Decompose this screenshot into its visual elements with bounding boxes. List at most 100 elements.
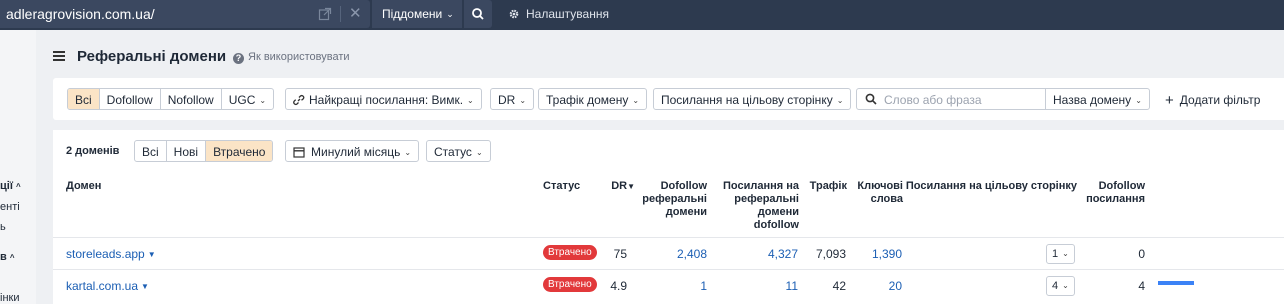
url-input[interactable]: adleragrovision.com.ua/ ✕ xyxy=(0,0,370,28)
chevron-down-icon: ⌄ xyxy=(1062,249,1069,258)
dofollow-ref-value[interactable]: 2,408 xyxy=(633,247,707,261)
best-links-filter[interactable]: Найкращі посилання: Вимк. ⌄ xyxy=(285,88,482,110)
col-keywords[interactable]: Ключові слова xyxy=(853,180,903,206)
status-badge: Втрачено xyxy=(543,277,597,292)
settings-button[interactable]: Налаштування xyxy=(508,7,609,21)
dofollow-links-value: 4 xyxy=(1138,279,1145,293)
col-links-ref-line-1: Посилання на xyxy=(723,180,799,192)
close-icon[interactable]: ✕ xyxy=(349,6,362,22)
search-icon xyxy=(472,8,484,20)
dofollow-ref-value[interactable]: 1 xyxy=(633,279,707,293)
domain-link-text: storeleads.app xyxy=(66,247,145,261)
keywords-value[interactable]: 20 xyxy=(853,279,902,293)
search-scope-dropdown[interactable]: Назва домену ⌄ xyxy=(1045,88,1150,110)
external-link-icon[interactable] xyxy=(318,7,332,21)
status-dropdown-label: Статус xyxy=(434,145,472,159)
sidebar-item-1[interactable]: енті xyxy=(0,201,20,213)
col-dofollow-ref-line-1: Dofollow xyxy=(660,180,707,192)
domain-link[interactable]: kartal.com.ua ▼ xyxy=(66,279,149,293)
link-type-segment: Всі Dofollow Nofollow UGC ⌄ xyxy=(67,88,275,110)
links-ref-value[interactable]: 4,327 xyxy=(723,247,798,261)
calendar-icon xyxy=(293,147,305,158)
keywords-value[interactable]: 1,390 xyxy=(853,247,902,261)
col-links-ref-domains[interactable]: Посилання на реферальні домени dofollow xyxy=(713,180,799,232)
chevron-down-icon: ⌄ xyxy=(404,148,412,157)
best-links-label: Найкращі посилання: Вимк. xyxy=(309,93,464,107)
col-links-ref-line-4: dofollow xyxy=(753,219,799,231)
status-badge: Втрачено xyxy=(543,245,597,260)
traffic-value: 42 xyxy=(832,279,846,293)
page-title: Реферальні домени xyxy=(77,48,227,65)
state-new[interactable]: Нові xyxy=(167,141,207,161)
status-dropdown[interactable]: Статус ⌄ xyxy=(426,140,491,162)
chevron-down-icon: ⌄ xyxy=(475,148,483,157)
table-row: storeleads.app ▼ Втрачено 75 2,408 4,327 … xyxy=(53,237,1284,269)
target-links-select[interactable]: 1 ⌄ xyxy=(1046,244,1075,264)
url-text: adleragrovision.com.ua/ xyxy=(6,6,155,22)
col-keywords-line-2: слова xyxy=(870,193,903,205)
dr-filter[interactable]: DR ⌄ xyxy=(490,88,535,110)
dr-value: 4.9 xyxy=(610,279,627,293)
help-label: Як використовувати xyxy=(248,51,350,63)
help-icon: ? xyxy=(233,53,244,64)
sidebar-item-2[interactable]: ь xyxy=(0,221,6,233)
links-ref-value[interactable]: 11 xyxy=(723,279,798,293)
state-lost[interactable]: Втрачено xyxy=(206,141,273,161)
link-type-ugc[interactable]: UGC ⌄ xyxy=(222,89,273,109)
keyword-search-input[interactable]: Слово або фраза xyxy=(856,88,1046,110)
menu-icon[interactable] xyxy=(53,51,65,61)
state-segment: Всі Нові Втрачено xyxy=(134,140,274,162)
target-links-value: 1 xyxy=(1052,248,1059,260)
period-label: Минулий місяць xyxy=(311,145,401,159)
col-links-ref-line-3: домени xyxy=(757,206,799,218)
search-placeholder: Слово або фраза xyxy=(884,93,982,107)
col-status[interactable]: Статус xyxy=(543,180,580,193)
sidebar-section-1[interactable]: ції ^ xyxy=(0,180,21,192)
table-row: kartal.com.ua ▼ Втрачено 4.9 1 11 42 20 4… xyxy=(53,269,1284,301)
sidebar-section-2-label: в xyxy=(0,251,7,263)
help-link[interactable]: ? Як використовувати xyxy=(233,51,350,64)
mode-dropdown[interactable]: Піддомени ⌄ xyxy=(372,0,462,28)
link-icon xyxy=(293,94,305,106)
results-count: 2 доменів xyxy=(66,145,120,157)
sidebar-section-2[interactable]: в ^ xyxy=(0,251,15,263)
traffic-filter[interactable]: Трафік домену ⌄ xyxy=(538,88,648,110)
caret-down-icon[interactable]: ▼ xyxy=(148,250,156,259)
col-dofollow-links-line-2: посилання xyxy=(1086,193,1145,205)
col-target-links[interactable]: Посилання на цільову сторінку xyxy=(903,180,1077,193)
results-panel: 2 доменів Всі Нові Втрачено Минулий міся… xyxy=(53,130,1284,304)
col-dofollow-ref-domains[interactable]: Dofollow реферальні домени xyxy=(623,180,707,219)
dofollow-links-value: 0 xyxy=(1138,247,1145,261)
sidebar-item-3[interactable]: інки xyxy=(0,292,19,304)
link-type-dofollow[interactable]: Dofollow xyxy=(100,89,161,109)
gear-icon xyxy=(509,9,519,19)
settings-label: Налаштування xyxy=(526,7,609,21)
col-domain[interactable]: Домен xyxy=(66,180,101,193)
col-dofollow-links-line-1: Dofollow xyxy=(1098,180,1145,192)
domain-link-text: kartal.com.ua xyxy=(66,279,139,293)
col-dofollow-links[interactable]: Dofollow посилання xyxy=(1083,180,1145,206)
dr-filter-label: DR xyxy=(498,93,516,107)
domain-link[interactable]: storeleads.app ▼ xyxy=(66,247,156,261)
state-all[interactable]: Всі xyxy=(135,141,167,161)
chevron-down-icon: ⌄ xyxy=(446,9,454,19)
col-traffic[interactable]: Трафік xyxy=(803,180,847,193)
link-type-nofollow[interactable]: Nofollow xyxy=(161,89,222,109)
link-type-all[interactable]: Всі xyxy=(68,89,100,109)
search-button[interactable] xyxy=(464,0,492,28)
target-links-select[interactable]: 4 ⌄ xyxy=(1046,276,1075,296)
search-scope-label: Назва домену xyxy=(1053,93,1132,107)
add-filter-button[interactable]: + Додати фільтр xyxy=(1165,91,1260,109)
top-bar: adleragrovision.com.ua/ ✕ Піддомени ⌄ Нал… xyxy=(0,0,1284,30)
chevron-down-icon: ⌄ xyxy=(259,96,267,105)
period-dropdown[interactable]: Минулий місяць ⌄ xyxy=(285,140,420,162)
traffic-filter-label: Трафік домену xyxy=(546,93,629,107)
target-links-filter[interactable]: Посилання на цільову сторінку ⌄ xyxy=(653,88,852,110)
filter-bar: Всі Dofollow Nofollow UGC ⌄ Найкращі поси… xyxy=(53,78,1284,120)
chevron-down-icon: ⌄ xyxy=(1135,96,1142,105)
col-dofollow-ref-line-3: домени xyxy=(665,206,707,218)
sidebar-section-1-label: ції xyxy=(0,180,13,192)
search-icon xyxy=(865,93,877,105)
caret-down-icon[interactable]: ▼ xyxy=(141,282,149,291)
target-links-value: 4 xyxy=(1052,280,1059,292)
